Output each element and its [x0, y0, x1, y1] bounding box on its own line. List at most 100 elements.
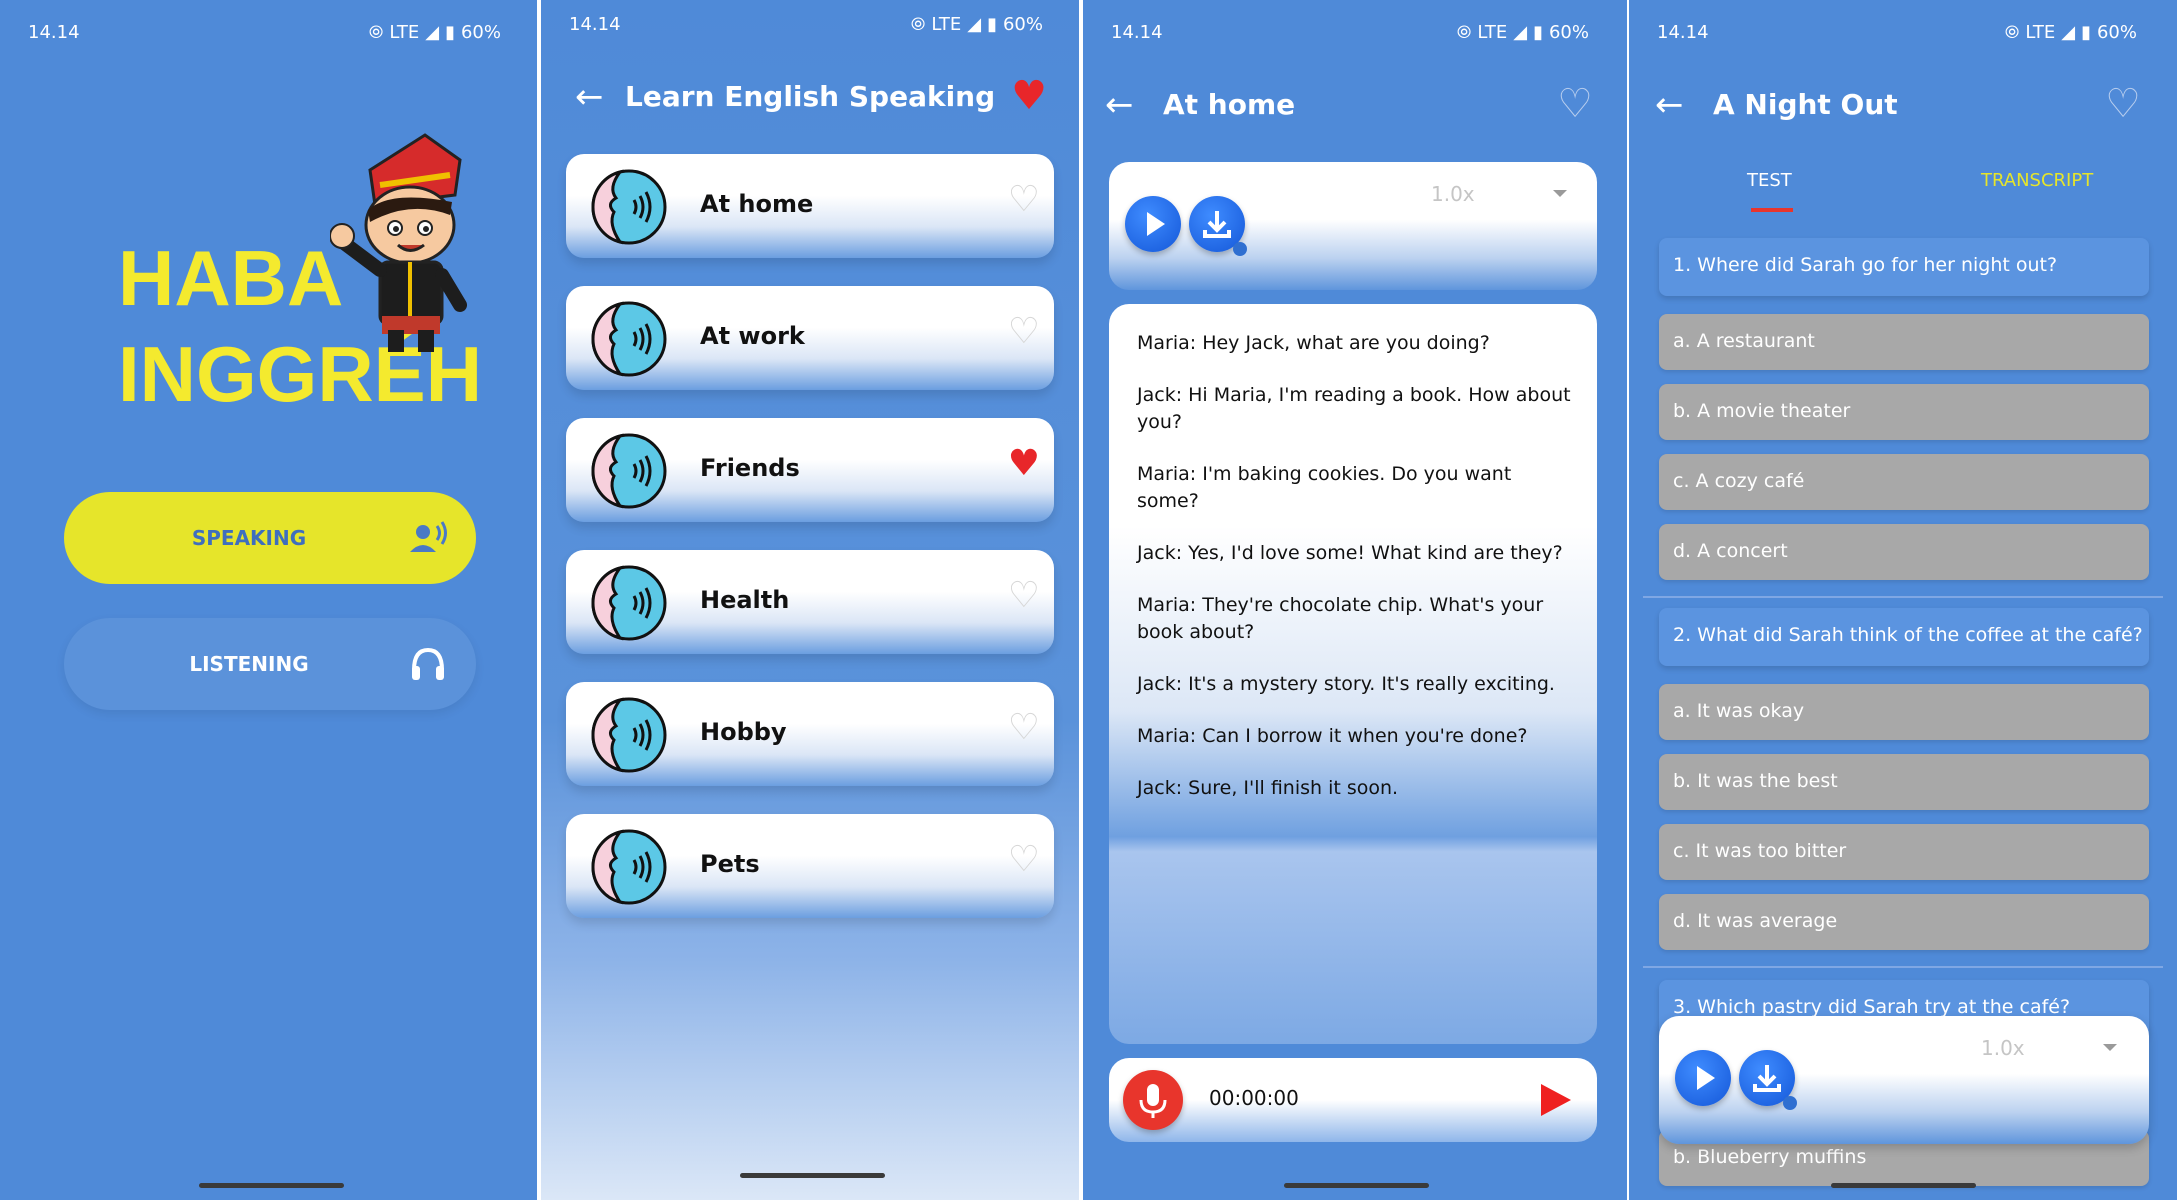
- speaking-button[interactable]: SPEAKING: [64, 492, 476, 584]
- answer-option[interactable]: a. It was okay: [1659, 684, 2149, 740]
- favorite-heart-icon[interactable]: ♡: [1008, 840, 1040, 880]
- audio-player: 1.0x: [1109, 162, 1597, 290]
- answer-option[interactable]: c. It was too bitter: [1659, 824, 2149, 880]
- topic-label: At home: [700, 190, 814, 218]
- chevron-down-icon[interactable]: [2103, 1044, 2117, 1051]
- mascot-illustration: [330, 133, 467, 352]
- speaking-head-icon: [590, 696, 668, 774]
- back-arrow-icon[interactable]: ←: [1655, 88, 1684, 122]
- chevron-down-icon[interactable]: [1553, 190, 1567, 197]
- question-1: 1. Where did Sarah go for her night out?: [1659, 238, 2149, 296]
- battery-icon: ▮: [445, 22, 455, 43]
- signal-icon: ◢: [425, 22, 440, 43]
- voice-recorder: 00:00:00: [1109, 1058, 1597, 1142]
- topic-card[interactable]: Health ♡: [566, 550, 1054, 654]
- option-text: d. It was average: [1673, 910, 1838, 932]
- record-button[interactable]: [1123, 1070, 1183, 1130]
- option-text: a. A restaurant: [1673, 330, 1815, 352]
- favorite-heart-icon[interactable]: ♡: [1008, 180, 1040, 220]
- listening-label: LISTENING: [189, 652, 309, 676]
- topic-card[interactable]: At work ♡: [566, 286, 1054, 390]
- speaking-head-icon: [590, 564, 668, 642]
- answer-option[interactable]: b. It was the best: [1659, 754, 2149, 810]
- dialogue-line: Jack: Sure, I'll finish it soon.: [1137, 777, 1399, 799]
- speaking-label: SPEAKING: [191, 526, 307, 550]
- lesson-screen: 14.14 ⦾ LTE ◢ ▮ 60% ← At home ♡ 1.0x Mar…: [1083, 0, 1629, 1200]
- option-text: c. It was too bitter: [1673, 840, 1847, 862]
- answer-option[interactable]: d. A concert: [1659, 524, 2149, 580]
- app-bar: ← A Night Out ♡: [1629, 80, 2177, 136]
- page-title: A Night Out: [1713, 88, 1898, 121]
- battery-icon: ▮: [1533, 22, 1543, 43]
- dialogue-line: Maria: I'm baking cookies. Do you want s…: [1137, 463, 1512, 512]
- question-text: 3. Which pastry did Sarah try at the caf…: [1673, 996, 2071, 1018]
- signal-icon: ◢: [2061, 22, 2076, 43]
- favorite-heart-icon[interactable]: ♡: [1008, 312, 1040, 352]
- speaking-head-icon: [590, 300, 668, 378]
- listening-button[interactable]: LISTENING: [64, 618, 476, 710]
- tab-transcript[interactable]: TRANSCRIPT: [1981, 170, 2093, 191]
- status-bar: 14.14 ⦾ LTE ◢ ▮ 60%: [1083, 18, 1629, 48]
- dialogue-line: Maria: They're chocolate chip. What's yo…: [1137, 594, 1544, 643]
- option-text: b. Blueberry muffins: [1673, 1146, 1867, 1168]
- status-bar: 14.14 ⦾ LTE ◢ ▮ 60%: [0, 18, 541, 48]
- headphones-icon: [412, 647, 444, 680]
- topic-card[interactable]: At home ♡: [566, 154, 1054, 258]
- status-time: 14.14: [1657, 22, 1709, 43]
- question-divider: [1643, 596, 2163, 598]
- speaking-head-icon: [590, 828, 668, 906]
- progress-thumb[interactable]: [1233, 242, 1247, 256]
- option-text: b. It was the best: [1673, 770, 1838, 792]
- favorites-heart-icon[interactable]: ♥: [1011, 76, 1047, 116]
- topic-card[interactable]: Hobby ♡: [566, 682, 1054, 786]
- answer-option[interactable]: c. A cozy café: [1659, 454, 2149, 510]
- play-icon: [1697, 1066, 1715, 1090]
- favorite-heart-icon[interactable]: ♥: [1008, 444, 1040, 484]
- battery-level: 60%: [2096, 22, 2137, 43]
- back-arrow-icon[interactable]: ←: [1105, 88, 1134, 122]
- status-bar: 14.14 ⦾ LTE ◢ ▮ 60%: [1629, 18, 2177, 48]
- home-indicator[interactable]: [1284, 1183, 1429, 1188]
- network-label: LTE: [2025, 22, 2056, 43]
- favorite-heart-icon[interactable]: ♡: [2105, 84, 2141, 124]
- playback-speed[interactable]: 1.0x: [1981, 1036, 2025, 1060]
- battery-level: 60%: [1548, 22, 1589, 43]
- topic-label: Health: [700, 586, 790, 614]
- progress-thumb[interactable]: [1783, 1096, 1797, 1110]
- signal-icon: ◢: [1513, 22, 1528, 43]
- answer-option[interactable]: b. A movie theater: [1659, 384, 2149, 440]
- topic-label: Pets: [700, 850, 760, 878]
- hotspot-icon: ⦾: [2004, 22, 2020, 43]
- page-title: At home: [1163, 88, 1296, 121]
- network-label: LTE: [389, 22, 420, 43]
- play-button[interactable]: [1675, 1050, 1731, 1106]
- play-recording-icon[interactable]: [1535, 1080, 1575, 1120]
- question-text: 2. What did Sarah think of the coffee at…: [1673, 624, 2143, 646]
- topic-card[interactable]: Friends ♥: [566, 418, 1054, 522]
- home-indicator[interactable]: [740, 1173, 885, 1178]
- topics-screen: 14.14 ⦾ LTE ◢ ▮ 60% ← Learn English Spea…: [541, 0, 1083, 1200]
- favorite-heart-icon[interactable]: ♡: [1557, 84, 1593, 124]
- favorite-heart-icon[interactable]: ♡: [1008, 708, 1040, 748]
- battery-icon: ▮: [2081, 22, 2091, 43]
- tab-test[interactable]: TEST: [1747, 170, 1792, 191]
- answer-option[interactable]: d. It was average: [1659, 894, 2149, 950]
- play-button[interactable]: [1125, 196, 1181, 252]
- dialogue-line: Maria: Hey Jack, what are you doing?: [1137, 332, 1490, 354]
- audio-player: 1.0x: [1659, 1016, 2149, 1144]
- favorite-heart-icon[interactable]: ♡: [1008, 576, 1040, 616]
- option-text: b. A movie theater: [1673, 400, 1851, 422]
- home-indicator[interactable]: [1831, 1183, 1976, 1188]
- status-time: 14.14: [569, 14, 621, 35]
- option-text: a. It was okay: [1673, 700, 1805, 722]
- play-icon: [1147, 212, 1165, 236]
- home-indicator[interactable]: [198, 1183, 344, 1188]
- signal-icon: ◢: [967, 14, 982, 35]
- back-arrow-icon[interactable]: ←: [575, 80, 604, 114]
- playback-speed[interactable]: 1.0x: [1431, 182, 1475, 206]
- answer-option[interactable]: a. A restaurant: [1659, 314, 2149, 370]
- dialogue-line: Jack: Hi Maria, I'm reading a book. How …: [1137, 384, 1571, 433]
- battery-level: 60%: [460, 22, 501, 43]
- active-tab-indicator: [1751, 208, 1793, 212]
- topic-card[interactable]: Pets ♡: [566, 814, 1054, 918]
